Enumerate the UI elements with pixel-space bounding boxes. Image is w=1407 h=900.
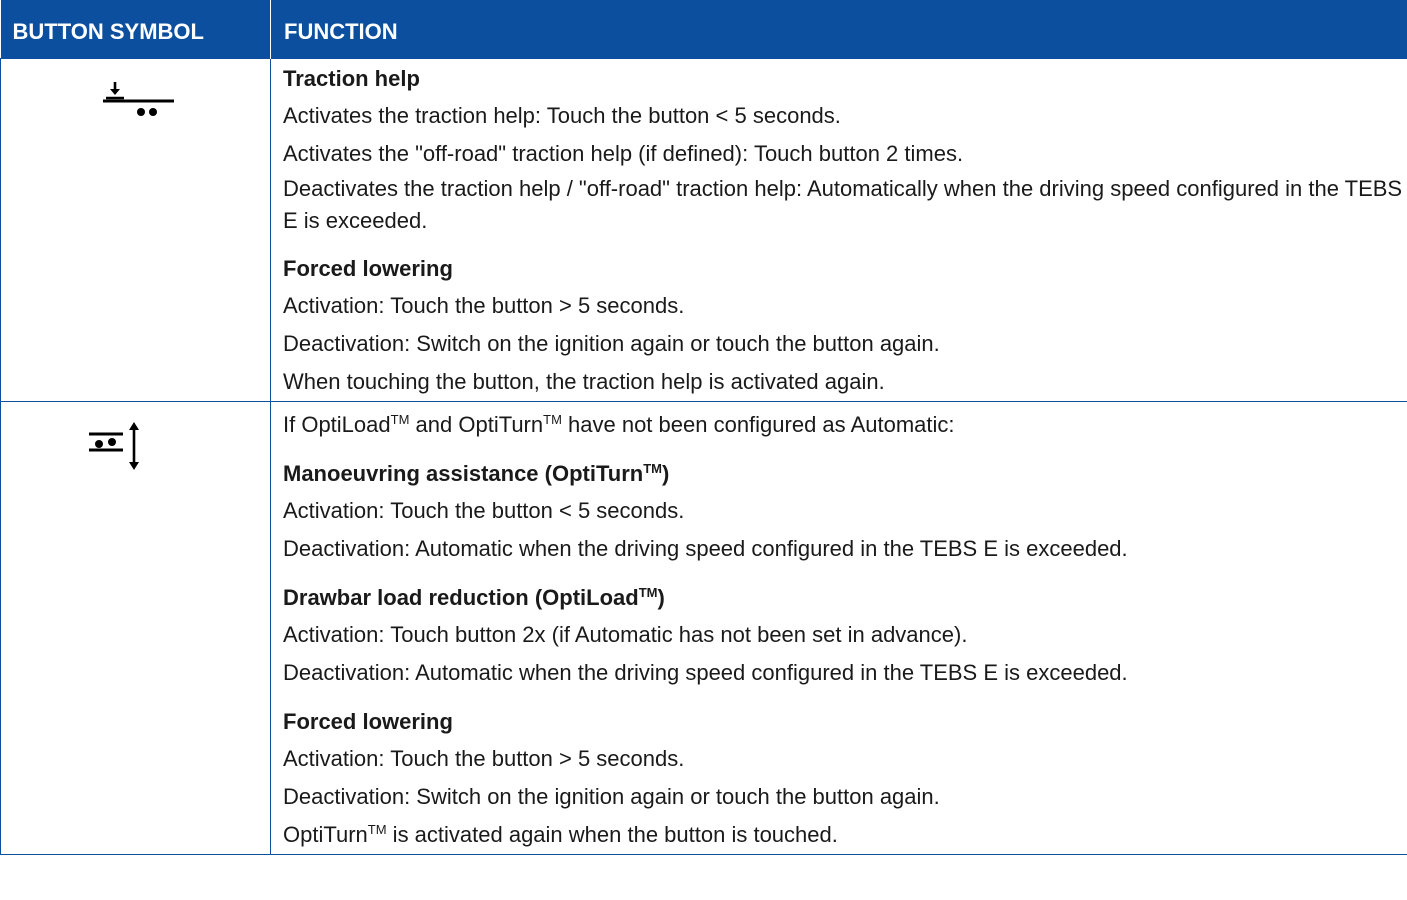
function-line: Activation: Touch the button < 5 seconds… [283,497,685,523]
function-cell: Traction help Activates the traction hel… [270,57,1407,402]
function-line: Deactivation: Switch on the ignition aga… [283,783,940,809]
function-line: When touching the button, the traction h… [283,368,885,394]
table-header: BUTTON SYMBOL FUNCTION [0,0,1407,58]
section-title: Traction help [283,65,420,91]
button-function-table: BUTTON SYMBOL FUNCTION Traction help Act… [0,0,1407,855]
intro-line: If OptiLoadTM and OptiTurnTM have not be… [283,411,955,437]
function-line: Deactivation: Automatic when the driving… [283,659,1128,685]
function-line: Activation: Touch button 2x (if Automati… [283,621,968,647]
optiturn-optiload-icon [89,421,139,470]
section-title: Manoeuvring assistance (OptiTurnTM) [283,460,670,486]
function-line: OptiTurnTM is activated again when the b… [283,821,838,847]
header-button-symbol: BUTTON SYMBOL [0,0,271,58]
section-title: Forced lowering [283,708,453,734]
header-function: FUNCTION [270,0,1407,58]
table-row: Traction help Activates the traction hel… [0,57,1407,402]
table-row: If OptiLoadTM and OptiTurnTM have not be… [0,400,1407,855]
function-line: Deactivation: Switch on the ignition aga… [283,330,940,356]
traction-help-icon [103,81,174,116]
function-line: Activation: Touch the button > 5 seconds… [283,745,685,771]
section-title: Drawbar load reduction (OptiLoadTM) [283,584,665,610]
function-line: Deactivation: Automatic when the driving… [283,535,1128,561]
function-line: Activates the "off-road" traction help (… [283,140,964,166]
function-line: Activation: Touch the button > 5 seconds… [283,292,685,318]
function-line: Deactivates the traction help / "off-roa… [283,175,1403,233]
function-line: Activates the traction help: Touch the b… [283,102,841,128]
symbol-cell [0,400,271,855]
section-title: Forced lowering [283,255,453,281]
function-cell: If OptiLoadTM and OptiTurnTM have not be… [270,400,1407,855]
symbol-cell [0,57,271,402]
